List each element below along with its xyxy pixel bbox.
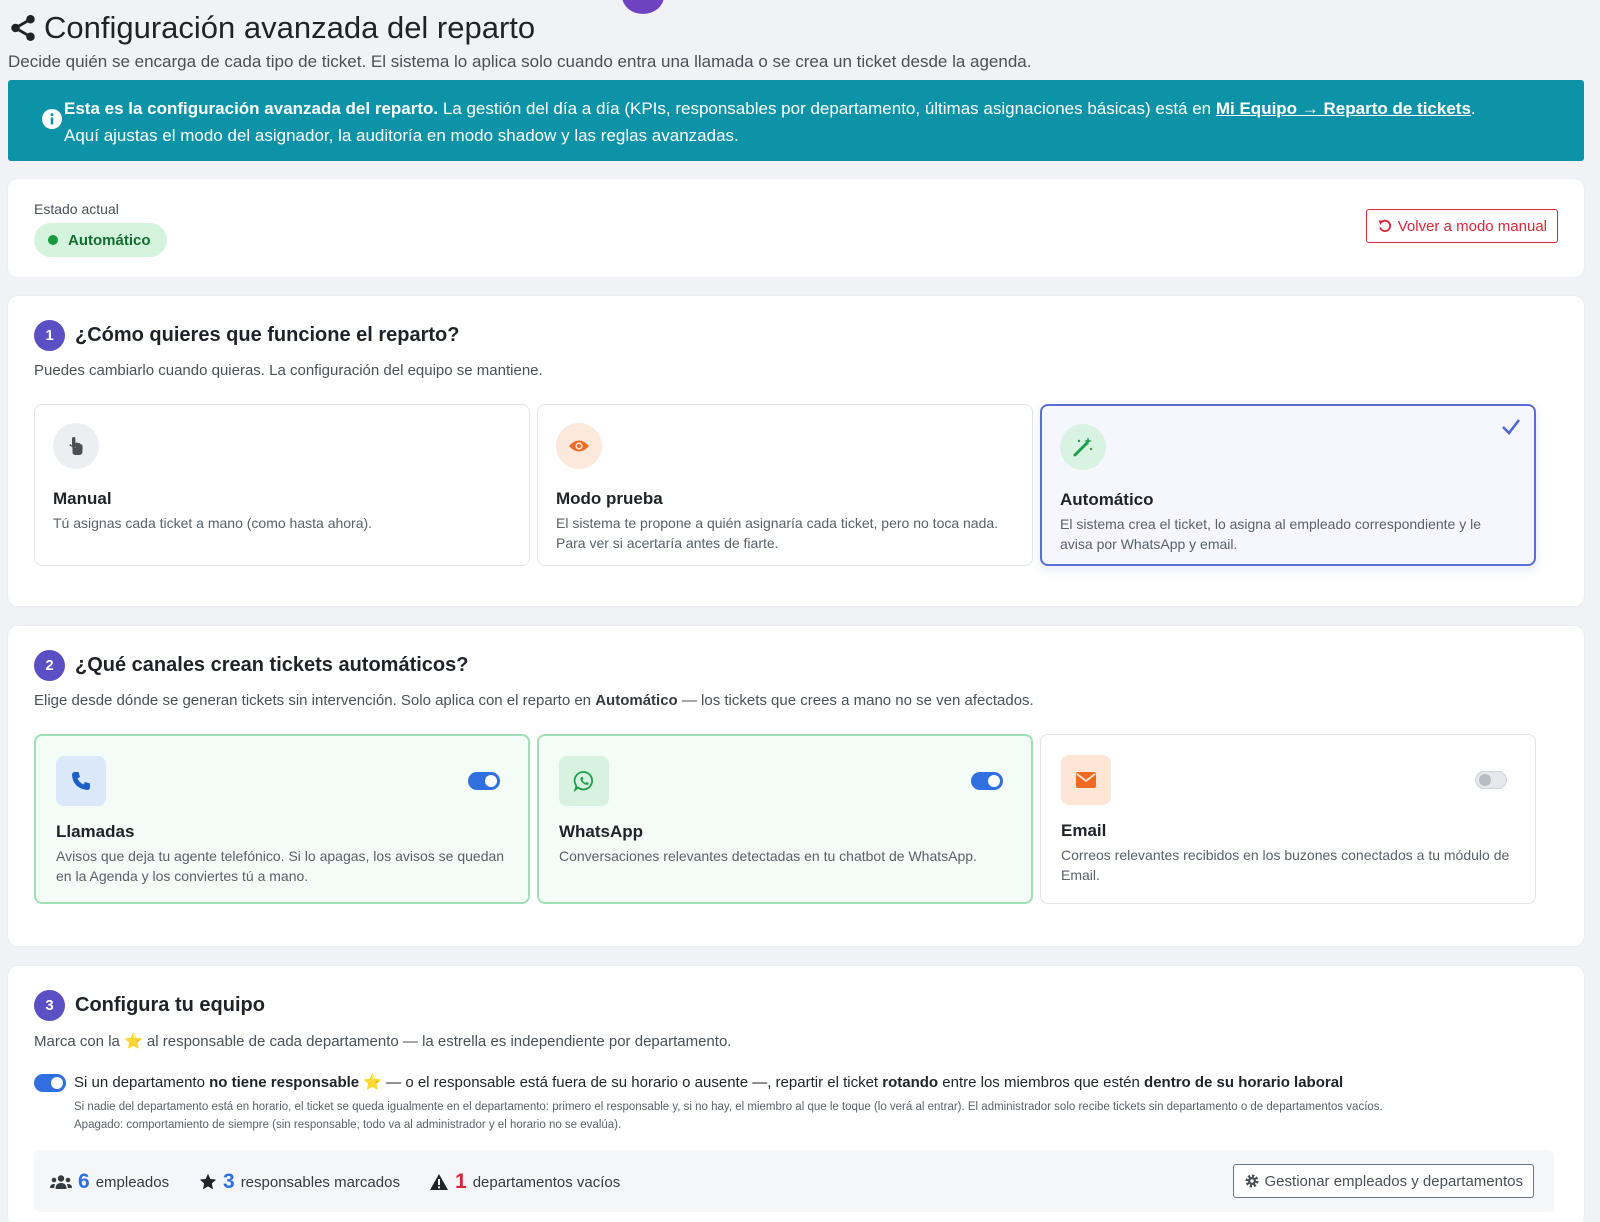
stat-employees-label: empleados <box>95 1173 170 1191</box>
section-2-desc-pre: Elige desde dónde se generan tickets sin… <box>34 692 596 709</box>
mode-automatic-title: Automático <box>1060 490 1154 509</box>
stat-managers-count: 3 <box>223 1170 235 1193</box>
stat-managers: 3 responsables marcados <box>199 1170 400 1194</box>
calls-toggle[interactable] <box>468 772 500 790</box>
channel-email-description: Correos relevantes recibidos en los buzo… <box>1061 847 1510 883</box>
users-icon <box>50 1175 72 1189</box>
section-3-description: Marca con la ⭐ al responsable de cada de… <box>34 1032 731 1050</box>
channel-card-whatsapp: WhatsApp Conversaciones relevantes detec… <box>537 734 1033 904</box>
mode-option-manual[interactable]: Manual Tú asignas cada ticket a mano (co… <box>34 404 530 566</box>
section-2-header: 2 ¿Qué canales crean tickets automáticos… <box>34 650 469 681</box>
channel-whatsapp-description: Conversaciones relevantes detectadas en … <box>559 848 977 864</box>
star-solid-icon <box>199 1173 217 1190</box>
rule-help-line-1: Si nadie del departamento está en horari… <box>74 1101 1383 1113</box>
stat-empty-departments: 1 departamentos vacíos <box>429 1170 620 1194</box>
undo-icon <box>1378 219 1391 232</box>
manage-team-button[interactable]: Gestionar empleados y departamentos <box>1232 1164 1534 1198</box>
page-header: Configuración avanzada del reparto Decid… <box>8 8 1590 78</box>
star-icon: ⭐ <box>124 1033 143 1050</box>
mode-option-automatic[interactable]: Automático El sistema crea el ticket, lo… <box>1040 404 1536 566</box>
stat-employees: 6 empleados <box>50 1170 169 1194</box>
rotation-rule: Si un departamento no tiene responsable … <box>34 1072 1558 1134</box>
channel-calls-title: Llamadas <box>56 822 135 841</box>
hand-pointer-icon <box>53 423 99 469</box>
alert-text-2: . <box>1470 99 1476 118</box>
stat-managers-label: responsables marcados <box>240 1173 400 1191</box>
mode-manual-description: Tú asignas cada ticket a mano (como hast… <box>53 515 373 531</box>
mode-option-test[interactable]: Modo prueba El sistema te propone a quié… <box>537 404 1033 566</box>
info-alert: Esta es la configuración avanzada del re… <box>8 80 1584 161</box>
section-assignment-mode: 1 ¿Cómo quieres que funcione el reparto?… <box>8 296 1584 606</box>
eye-icon <box>556 423 602 469</box>
stat-employees-count: 6 <box>78 1170 90 1193</box>
team-stats-bar: 6 empleados 3 responsables marcados 1 de… <box>34 1150 1554 1212</box>
section-2-desc-post: — los tickets que crees a mano no se ven… <box>677 692 1034 709</box>
mode-test-title: Modo prueba <box>556 489 663 508</box>
warning-triangle-icon <box>430 1174 448 1190</box>
whatsapp-toggle[interactable] <box>971 772 1003 790</box>
mi-equipo-link[interactable]: Mi Equipo → Reparto de tickets <box>1216 99 1471 118</box>
info-circle-icon <box>42 109 62 129</box>
section-team: 3 Configura tu equipo Marca con la ⭐ al … <box>8 966 1584 1222</box>
status-card: Estado actual Automático Volver a modo m… <box>8 179 1584 277</box>
section-2-desc-bold: Automático <box>595 692 678 709</box>
page-title: Configuración avanzada del reparto <box>8 8 1590 48</box>
mode-manual-title: Manual <box>53 489 112 508</box>
rule-part-2: no tiene responsable <box>209 1074 360 1091</box>
mode-test-description: El sistema te propone a quién asignaría … <box>556 515 999 551</box>
section-2-title: ¿Qué canales crean tickets automáticos? <box>75 654 469 676</box>
channel-whatsapp-title: WhatsApp <box>559 822 644 841</box>
rotation-rule-help: Si nadie del departamento está en horari… <box>74 1098 1558 1134</box>
check-icon <box>1502 419 1521 435</box>
step-badge: 3 <box>34 990 65 1021</box>
section-3-title: Configura tu equipo <box>75 994 265 1016</box>
rule-part-3: ⭐ — o el responsable está fuera de su ho… <box>359 1074 883 1091</box>
page-subtitle: Decide quién se encarga de cada tipo de … <box>8 52 1032 71</box>
channel-email-title: Email <box>1061 821 1107 840</box>
magic-wand-icon <box>1060 424 1106 470</box>
manage-team-label: Gestionar empleados y departamentos <box>1264 1172 1523 1190</box>
step-badge: 2 <box>34 650 65 681</box>
rotation-rule-toggle[interactable] <box>34 1074 66 1092</box>
rule-help-line-2: Apagado: comportamiento de siempre (sin … <box>74 1119 622 1131</box>
revert-manual-button[interactable]: Volver a modo manual <box>1365 209 1558 243</box>
revert-manual-label: Volver a modo manual <box>1397 217 1547 235</box>
section-2-description: Elige desde dónde se generan tickets sin… <box>34 692 1034 709</box>
rule-part-5: entre los miembros que estén <box>938 1074 1145 1091</box>
alert-line-2: Aquí ajustas el modo del asignador, la a… <box>64 126 739 145</box>
alert-line-1: Esta es la configuración avanzada del re… <box>64 95 1564 122</box>
status-label: Estado actual <box>34 201 119 217</box>
status-badge: Automático <box>34 223 167 257</box>
section-3-desc-pre: Marca con la <box>34 1033 125 1050</box>
envelope-icon <box>1061 755 1111 805</box>
step-badge: 1 <box>34 320 65 351</box>
section-1-description: Puedes cambiarlo cuando quieras. La conf… <box>34 362 543 379</box>
stat-empty-label: departamentos vacíos <box>472 1173 621 1191</box>
rule-part-6: dentro de su horario laboral <box>1144 1074 1344 1091</box>
channel-card-calls: Llamadas Avisos que deja tu agente telef… <box>34 734 530 904</box>
alert-text-1: La gestión del día a día (KPIs, responsa… <box>438 99 1216 118</box>
phone-icon <box>56 756 106 806</box>
section-channels: 2 ¿Qué canales crean tickets automáticos… <box>8 626 1584 946</box>
status-value: Automático <box>68 231 151 249</box>
section-3-desc-post: al responsable de cada departamento — la… <box>142 1033 732 1050</box>
email-toggle[interactable] <box>1475 771 1507 789</box>
page-title-text: Configuración avanzada del reparto <box>44 10 536 45</box>
channel-card-email: Email Correos relevantes recibidos en lo… <box>1040 734 1536 904</box>
rotation-rule-text: Si un departamento no tiene responsable … <box>74 1072 1558 1094</box>
section-1-title: ¿Cómo quieres que funcione el reparto? <box>75 324 460 346</box>
rule-part-4: rotando <box>882 1074 939 1091</box>
channel-calls-description: Avisos que deja tu agente telefónico. Si… <box>56 848 505 884</box>
section-1-header: 1 ¿Cómo quieres que funcione el reparto? <box>34 320 460 351</box>
share-icon <box>11 15 35 41</box>
status-dot-icon <box>48 235 58 245</box>
mode-automatic-description: El sistema crea el ticket, lo asigna al … <box>1060 516 1481 552</box>
alert-bold: Esta es la configuración avanzada del re… <box>64 99 439 118</box>
section-3-header: 3 Configura tu equipo <box>34 990 265 1021</box>
gear-icon <box>1245 1174 1259 1188</box>
whatsapp-icon <box>559 756 609 806</box>
stat-empty-count: 1 <box>455 1170 467 1193</box>
rule-part-1: Si un departamento <box>74 1074 210 1091</box>
